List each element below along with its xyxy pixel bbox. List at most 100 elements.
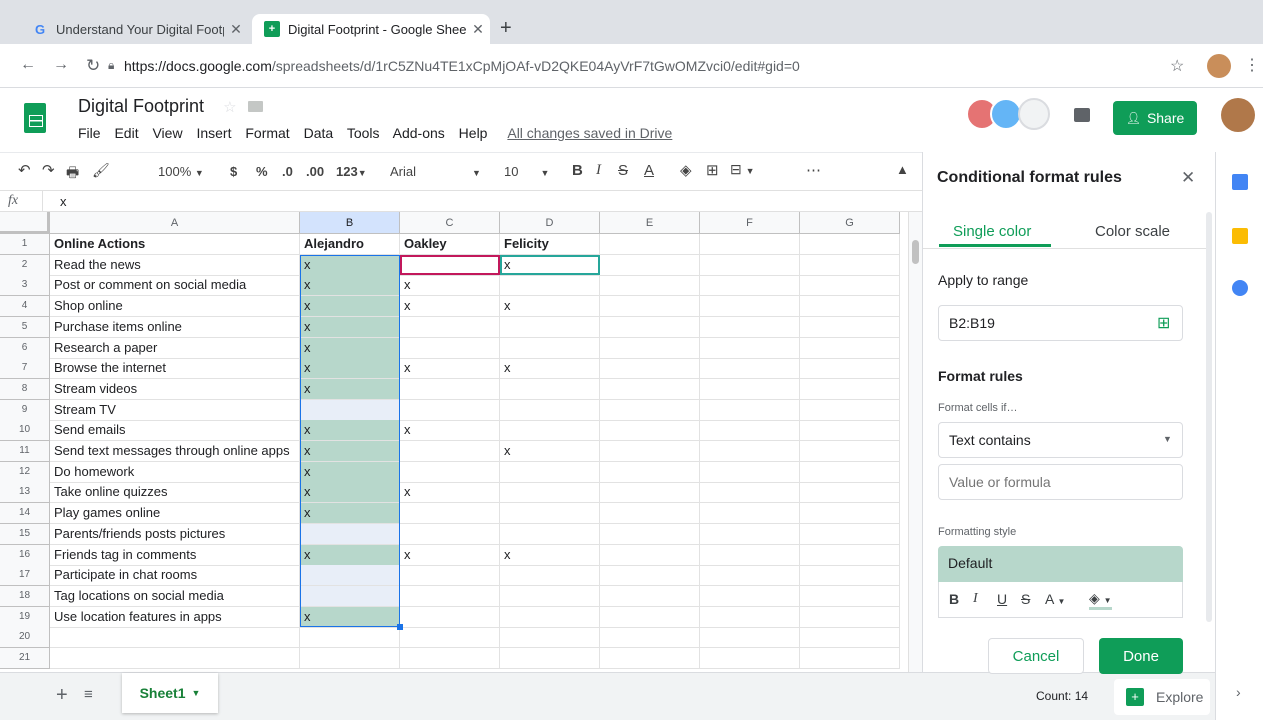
cell-b19[interactable]: x xyxy=(300,606,400,628)
cell-d20[interactable] xyxy=(500,627,600,649)
cell-g6[interactable] xyxy=(800,337,900,359)
cell-c4[interactable]: x xyxy=(400,296,500,318)
cell-f13[interactable] xyxy=(700,482,800,504)
menu-view[interactable]: View xyxy=(152,125,182,141)
cell-e5[interactable] xyxy=(600,316,700,338)
cell-e20[interactable] xyxy=(600,627,700,649)
cell-a2[interactable]: Read the news xyxy=(50,254,300,276)
cell-a13[interactable]: Take online quizzes xyxy=(50,482,300,504)
vertical-scrollbar[interactable] xyxy=(908,212,922,672)
star-icon[interactable]: ☆ xyxy=(223,99,236,116)
cell-d8[interactable] xyxy=(500,378,600,400)
cell-b6[interactable]: x xyxy=(300,337,400,359)
cell-c18[interactable] xyxy=(400,585,500,607)
cell-b12[interactable]: x xyxy=(300,461,400,483)
row-header[interactable]: 16 xyxy=(0,544,50,566)
borders-icon[interactable]: ⊞ xyxy=(706,161,719,179)
fill-color-icon[interactable]: ◈ xyxy=(680,161,692,179)
cell-g5[interactable] xyxy=(800,316,900,338)
cell-c13[interactable]: x xyxy=(400,482,500,504)
zoom-select[interactable]: 100% ▼ xyxy=(158,164,204,179)
bold-icon[interactable]: B xyxy=(949,591,959,607)
row-header[interactable]: 21 xyxy=(0,648,50,669)
cell-b9[interactable] xyxy=(300,399,400,421)
undo-icon[interactable]: ↶ xyxy=(18,161,31,179)
cell-e14[interactable] xyxy=(600,503,700,525)
panel-scrollbar[interactable] xyxy=(1206,212,1212,622)
cell-c15[interactable] xyxy=(400,523,500,545)
cell-c7[interactable]: x xyxy=(400,358,500,380)
cell-e8[interactable] xyxy=(600,378,700,400)
cell-d17[interactable] xyxy=(500,565,600,587)
row-header[interactable]: 3 xyxy=(0,275,50,297)
select-all-corner[interactable] xyxy=(0,212,50,234)
condition-select[interactable]: Text contains ▼ xyxy=(938,422,1183,458)
row-header[interactable]: 17 xyxy=(0,565,50,587)
cell-g13[interactable] xyxy=(800,482,900,504)
cell-b21[interactable] xyxy=(300,648,400,669)
cell-c8[interactable] xyxy=(400,378,500,400)
browser-tab-active[interactable]: + Digital Footprint - Google Shee ✕ xyxy=(252,14,490,44)
cell-a8[interactable]: Stream videos xyxy=(50,378,300,400)
cell-g12[interactable] xyxy=(800,461,900,483)
cell-e19[interactable] xyxy=(600,606,700,628)
cell-d12[interactable] xyxy=(500,461,600,483)
cell-e11[interactable] xyxy=(600,441,700,462)
cell-f5[interactable] xyxy=(700,316,800,338)
row-header[interactable]: 1 xyxy=(0,234,50,255)
cell-b10[interactable]: x xyxy=(300,420,400,442)
cell-c19[interactable] xyxy=(400,606,500,628)
collaborators-more-icon[interactable] xyxy=(1018,98,1050,130)
account-avatar[interactable] xyxy=(1221,98,1255,132)
more-tools-icon[interactable]: ⋯ xyxy=(806,161,821,179)
row-header[interactable]: 15 xyxy=(0,523,50,545)
menu-addons[interactable]: Add-ons xyxy=(393,125,445,141)
cell-d2[interactable]: x xyxy=(500,254,600,276)
calendar-icon[interactable] xyxy=(1232,174,1248,190)
fill-handle[interactable] xyxy=(397,624,403,631)
cell-a18[interactable]: Tag locations on social media xyxy=(50,585,300,607)
cell-c17[interactable] xyxy=(400,565,500,587)
cell-a3[interactable]: Post or comment on social media xyxy=(50,275,300,297)
cell-c6[interactable] xyxy=(400,337,500,359)
cell-a20[interactable] xyxy=(50,627,300,649)
cell-g18[interactable] xyxy=(800,585,900,607)
more-formats-select[interactable]: 123▼ xyxy=(336,164,367,179)
cell-a14[interactable]: Play games online xyxy=(50,503,300,525)
font-size-select[interactable]: 10 ▼ xyxy=(504,164,549,179)
cell-e1[interactable] xyxy=(600,234,700,255)
chevron-up-icon[interactable]: ▲ xyxy=(896,162,909,177)
cell-a5[interactable]: Purchase items online xyxy=(50,316,300,338)
cell-d11[interactable]: x xyxy=(500,441,600,462)
cell-b13[interactable]: x xyxy=(300,482,400,504)
cell-d16[interactable]: x xyxy=(500,544,600,566)
explore-button[interactable]: + Explore xyxy=(1114,679,1210,715)
menu-tools[interactable]: Tools xyxy=(347,125,380,141)
cell-d9[interactable] xyxy=(500,399,600,421)
cell-f18[interactable] xyxy=(700,585,800,607)
profile-avatar[interactable] xyxy=(1207,54,1231,78)
cell-g11[interactable] xyxy=(800,441,900,462)
cell-g4[interactable] xyxy=(800,296,900,318)
range-input[interactable]: B2:B19 ⊞ xyxy=(938,305,1183,341)
cell-e2[interactable] xyxy=(600,254,700,276)
column-header-c[interactable]: C xyxy=(400,212,500,234)
cell-g17[interactable] xyxy=(800,565,900,587)
cell-e18[interactable] xyxy=(600,585,700,607)
cell-f20[interactable] xyxy=(700,627,800,649)
row-header[interactable]: 19 xyxy=(0,606,50,628)
row-header[interactable]: 12 xyxy=(0,461,50,483)
sheets-logo-icon[interactable] xyxy=(24,103,46,133)
cell-c21[interactable] xyxy=(400,648,500,669)
cell-b2[interactable]: x xyxy=(300,254,400,276)
cell-c5[interactable] xyxy=(400,316,500,338)
cell-g9[interactable] xyxy=(800,399,900,421)
new-tab-icon[interactable]: + xyxy=(500,17,512,40)
value-formula-input[interactable] xyxy=(938,464,1183,500)
cell-e16[interactable] xyxy=(600,544,700,566)
cell-f3[interactable] xyxy=(700,275,800,297)
cell-b3[interactable]: x xyxy=(300,275,400,297)
count-summary[interactable]: Count: 14 xyxy=(1036,689,1088,703)
cell-e10[interactable] xyxy=(600,420,700,442)
row-header[interactable]: 9 xyxy=(0,399,50,421)
